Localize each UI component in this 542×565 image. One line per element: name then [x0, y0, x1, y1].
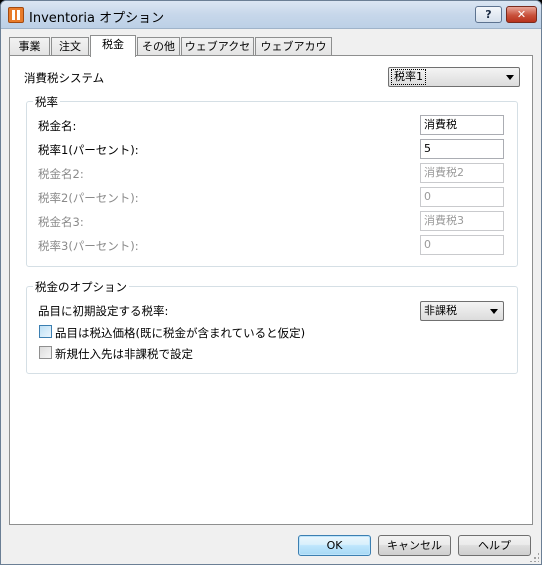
tax-system-label: 消費税システム	[24, 71, 105, 85]
tax-name-2-label: 税金名2:	[38, 167, 84, 181]
tax-rate-2-field[interactable]: 0	[420, 187, 504, 207]
tax-rates-title: 税率	[33, 94, 60, 110]
tax-rate-3-label: 税率3(パーセント):	[38, 239, 139, 253]
tax-inclusive-checkbox[interactable]	[39, 325, 52, 338]
tax-rate-1-label: 税率1(パーセント):	[38, 143, 139, 157]
default-rate-value: 非課税	[424, 304, 457, 317]
tax-inclusive-label[interactable]: 品目は税込価格(既に税金が含まれていると仮定)	[55, 325, 305, 341]
tax-name-1-field[interactable]: 消費税	[420, 115, 504, 135]
tax-options-title: 税金のオプション	[33, 279, 129, 295]
help-icon[interactable]: ?	[475, 6, 502, 23]
cancel-button[interactable]: キャンセル	[378, 535, 451, 556]
tax-rates-group: 税率 税金名: 消費税 税率1(パーセント): 5 税金名2: 消費税2 税率2…	[26, 94, 518, 267]
new-supplier-label[interactable]: 新規仕入先は非課税で設定	[55, 346, 193, 362]
new-supplier-checkbox[interactable]	[39, 346, 52, 359]
tax-name-1-label: 税金名:	[38, 119, 77, 133]
chevron-down-icon	[506, 75, 514, 80]
tax-rate-3-field[interactable]: 0	[420, 235, 504, 255]
tax-name-3-label: 税金名3:	[38, 215, 84, 229]
tab-other[interactable]: その他	[137, 37, 180, 56]
tax-rate-1-field[interactable]: 5	[420, 139, 504, 159]
tab-web-access[interactable]: ウェブアクセス	[181, 37, 254, 70]
tab-web-account[interactable]: ウェブアカウント	[255, 37, 332, 70]
tax-options-group: 税金のオプション 品目に初期設定する税率: 非課税 品目は税込価格(既に税金が含…	[26, 279, 518, 374]
help-button[interactable]: ヘルプ	[458, 535, 531, 556]
default-rate-select[interactable]: 非課税	[420, 301, 504, 321]
default-rate-label: 品目に初期設定する税率:	[38, 304, 169, 318]
tab-tax[interactable]: 税金	[90, 35, 136, 57]
tab-business[interactable]: 事業	[9, 37, 50, 56]
tax-name-2-field[interactable]: 消費税2	[420, 163, 504, 183]
tax-system-select[interactable]: 税率1	[388, 67, 520, 87]
app-icon	[8, 7, 24, 23]
close-icon[interactable]: ✕	[506, 6, 537, 23]
tax-rate-2-label: 税率2(パーセント):	[38, 191, 139, 205]
tax-panel: 消費税システム 税率1 税率 税金名: 消費税 税率1(パーセント): 5 税金…	[9, 55, 533, 525]
window-title: Inventoria オプション	[29, 11, 165, 26]
chevron-down-icon	[490, 309, 498, 314]
options-dialog: Inventoria オプション ? ✕ 事業 注文 税金 その他 ウェブアクセ…	[0, 0, 542, 565]
tax-name-3-field[interactable]: 消費税3	[420, 211, 504, 231]
tax-system-value: 税率1	[391, 69, 426, 85]
ok-button[interactable]: OK	[298, 535, 371, 556]
title-bar[interactable]: Inventoria オプション ? ✕	[1, 1, 541, 29]
tab-orders[interactable]: 注文	[51, 37, 89, 56]
